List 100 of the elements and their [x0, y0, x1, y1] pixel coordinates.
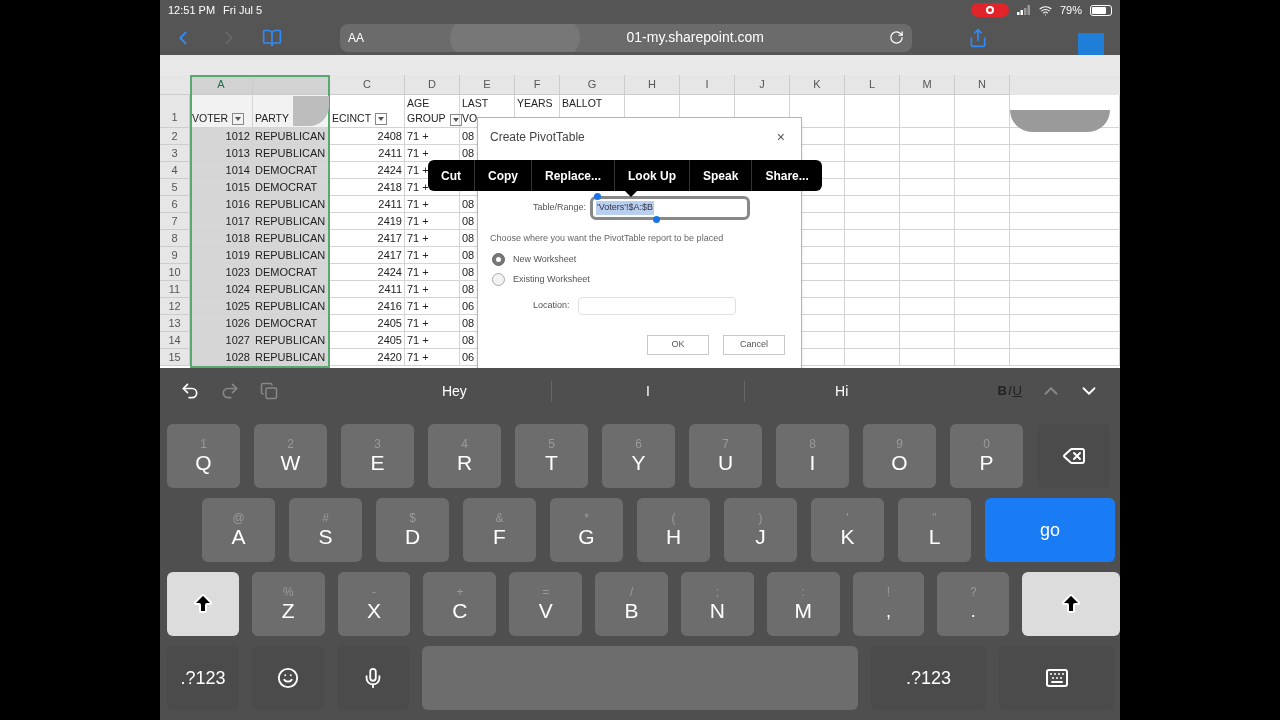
column-header[interactable]: N: [955, 75, 1010, 95]
url-text: 01-my.sharepoint.com: [626, 28, 764, 47]
key[interactable]: + C: [423, 572, 497, 636]
key[interactable]: & F: [463, 498, 536, 562]
column-header[interactable]: J: [735, 75, 790, 95]
row-header[interactable]: 4: [160, 162, 190, 179]
table-cell: 71 +: [407, 147, 429, 159]
key[interactable]: ; N: [680, 572, 754, 636]
table-cell: 2418: [330, 179, 405, 196]
column-header[interactable]: K: [790, 75, 845, 95]
status-date: Fri Jul 5: [223, 2, 263, 18]
column-header[interactable]: F: [515, 75, 560, 95]
key[interactable]: % Z: [251, 572, 325, 636]
suggestion[interactable]: Hey: [358, 380, 551, 402]
status-time: 12:51 PM: [168, 2, 216, 18]
key[interactable]: * G: [550, 498, 623, 562]
table-cell: 08: [462, 317, 475, 329]
table-cell: 71 +: [407, 232, 429, 244]
column-header[interactable]: D: [405, 75, 460, 95]
row-header[interactable]: 5: [160, 179, 190, 196]
text-size-button[interactable]: AA: [348, 28, 364, 47]
key[interactable]: = V: [509, 572, 583, 636]
table-cell: DEMOCRAT: [253, 315, 330, 332]
table-cell: 2424: [330, 162, 405, 179]
address-field[interactable]: AA 01-my.sharepoint.com: [340, 23, 912, 52]
menu-item[interactable]: Copy: [474, 160, 531, 191]
table-cell: REPUBLICAN: [253, 213, 330, 230]
ok-button[interactable]: OK: [647, 334, 709, 355]
table-cell: 08: [462, 266, 475, 278]
table-cell: 08: [462, 215, 475, 227]
close-button[interactable]: ×: [772, 130, 789, 144]
range-input-field[interactable]: 'Voters'!$A:$B: [590, 196, 751, 220]
column-header[interactable]: M: [900, 75, 955, 95]
table-cell: 2411: [330, 281, 405, 298]
table-cell: 2419: [330, 213, 405, 230]
row-header[interactable]: 15: [160, 349, 190, 366]
table-cell: REPUBLICAN: [253, 128, 330, 145]
row-header[interactable]: 10: [160, 264, 190, 281]
header-cell: VOTER: [192, 111, 229, 126]
key[interactable]: ' K: [811, 498, 884, 562]
key[interactable]: ! ,: [852, 572, 925, 636]
row-header[interactable]: 1: [160, 95, 190, 128]
row-header[interactable]: 9: [160, 247, 190, 264]
table-cell: 08: [462, 198, 475, 210]
key[interactable]: " L: [898, 498, 971, 562]
table-cell: 2405: [330, 332, 405, 349]
table-cell: 2424: [330, 264, 405, 281]
row-header[interactable]: 3: [160, 145, 190, 162]
row-header[interactable]: 2: [160, 128, 190, 145]
menu-item[interactable]: Share...: [751, 160, 822, 191]
table-cell: 71 +: [407, 266, 429, 278]
key[interactable]: # S: [289, 498, 362, 562]
radio-label: New Worksheet: [513, 252, 577, 266]
column-header[interactable]: H: [625, 75, 680, 95]
row-header[interactable]: 11: [160, 281, 190, 298]
table-cell: 06: [462, 351, 475, 363]
key[interactable]: $ D: [376, 498, 449, 562]
row-header[interactable]: 14: [160, 332, 190, 349]
battery-percent: 79%: [1059, 2, 1082, 18]
numbers-key[interactable]: .?123: [871, 646, 986, 710]
table-cell: REPUBLICAN: [253, 332, 330, 349]
table-cell: DEMOCRAT: [253, 264, 330, 281]
table-cell: 2417: [330, 247, 405, 264]
table-cell: 71 +: [407, 334, 429, 346]
row-header[interactable]: 8: [160, 230, 190, 247]
column-header[interactable]: I: [680, 75, 735, 95]
menu-item[interactable]: Replace...: [531, 160, 615, 191]
table-cell: 08: [462, 147, 475, 159]
header-cell: LAST VO: [462, 96, 489, 126]
key[interactable]: / B: [595, 572, 668, 636]
table-cell: REPUBLICAN: [253, 298, 330, 315]
column-header[interactable]: E: [460, 75, 515, 95]
column-header[interactable]: G: [560, 75, 625, 95]
key[interactable]: ) J: [724, 498, 797, 562]
column-header[interactable]: C: [330, 75, 405, 95]
row-header[interactable]: 12: [160, 298, 190, 315]
suggestion[interactable]: I: [550, 380, 745, 402]
column-header[interactable]: L: [845, 75, 900, 95]
key[interactable]: ? .: [937, 572, 1010, 636]
key[interactable]: ( H: [637, 498, 710, 562]
table-cell: 1019: [190, 247, 253, 264]
table-cell: 71 +: [407, 164, 429, 176]
menu-item[interactable]: Cut: [428, 160, 474, 191]
suggestion[interactable]: Hi: [744, 380, 938, 402]
location-label: Location:: [533, 298, 570, 312]
key[interactable]: : M: [766, 572, 840, 636]
go-key[interactable]: go: [985, 498, 1115, 562]
table-cell: REPUBLICAN: [253, 349, 330, 366]
numbers-key[interactable]: .?123: [167, 646, 239, 710]
key[interactable]: - X: [337, 572, 411, 636]
key[interactable]: @ A: [202, 498, 275, 562]
cancel-button[interactable]: Cancel: [723, 334, 785, 355]
table-cell: 71 +: [407, 300, 429, 312]
table-cell: 2411: [330, 145, 405, 162]
row-header[interactable]: 7: [160, 213, 190, 230]
row-header[interactable]: 6: [160, 196, 190, 213]
row-header[interactable]: 13: [160, 315, 190, 332]
table-cell: 08: [462, 232, 475, 244]
menu-item[interactable]: Speak: [689, 160, 752, 191]
table-cell: 1026: [190, 315, 253, 332]
